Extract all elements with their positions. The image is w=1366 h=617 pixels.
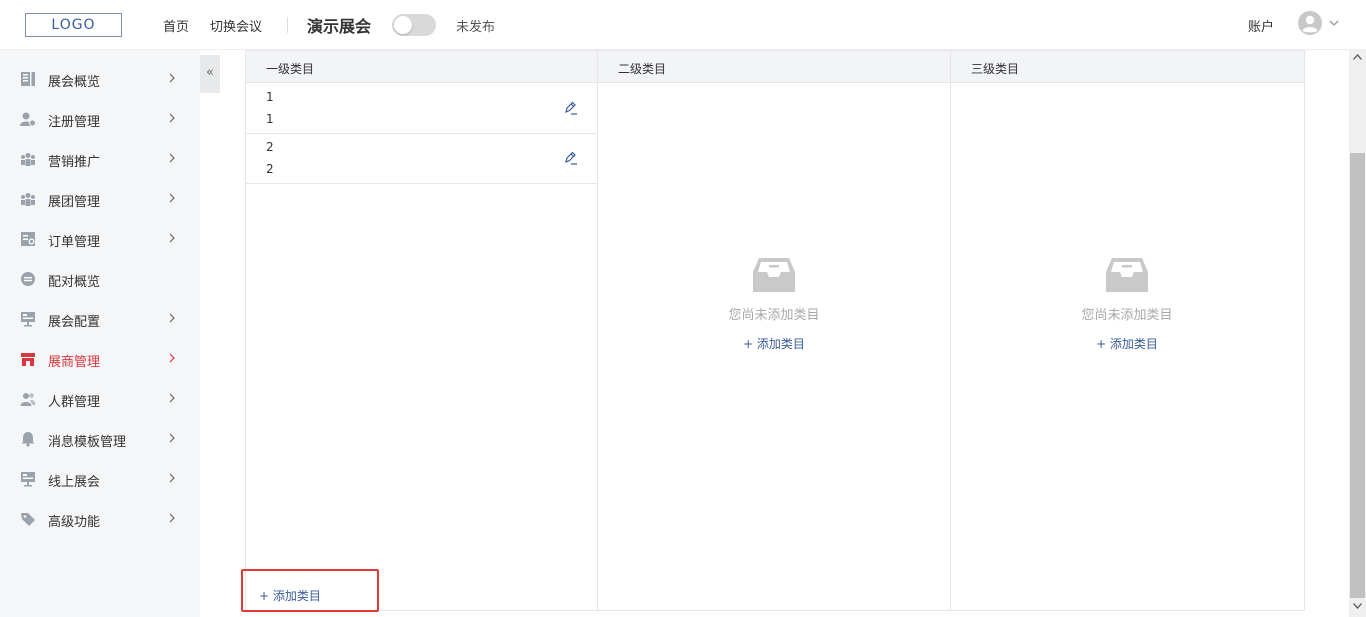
- toggle-knob: [394, 16, 412, 34]
- page-scrollbar[interactable]: [1349, 50, 1366, 617]
- chevron-right-icon: [169, 233, 175, 243]
- column-title: 三级类目: [971, 62, 1020, 76]
- sidebar-item-label: 展会配置: [48, 315, 101, 330]
- edit-icon[interactable]: [562, 100, 578, 116]
- column-header: 三级类目: [951, 51, 1304, 83]
- sidebar-item-label: 营销推广: [48, 155, 101, 170]
- nav-switch-meeting-link[interactable]: 切换会议: [210, 16, 262, 35]
- sidebar-item-label: 订单管理: [48, 235, 101, 250]
- empty-state: 您尚未添加类目 + 添加类目: [674, 256, 874, 352]
- column-header: 二级类目: [598, 51, 950, 83]
- document-list-icon: [21, 72, 35, 86]
- sidebar-item-orders[interactable]: 订单管理: [0, 219, 200, 259]
- sidebar-item-label: 线上展会: [48, 475, 101, 490]
- board-icon: [21, 312, 35, 327]
- chevron-down-icon[interactable]: [1328, 17, 1340, 29]
- sidebar-item-label: 消息模板管理: [48, 435, 127, 450]
- empty-inbox-icon: [1106, 258, 1148, 292]
- sidebar-item-group-management[interactable]: 展团管理: [0, 179, 200, 219]
- avatar-icon[interactable]: [1298, 11, 1322, 35]
- match-circle-icon: [21, 272, 35, 286]
- user-add-icon: [20, 112, 36, 127]
- column-header: 一级类目: [246, 51, 597, 83]
- publish-toggle[interactable]: [392, 14, 436, 36]
- scroll-up-icon[interactable]: [1353, 54, 1362, 60]
- sidebar-item-label: 配对概览: [48, 275, 101, 290]
- expo-name: 演示展会: [307, 17, 372, 36]
- sidebar-item-label: 注册管理: [48, 115, 101, 130]
- category-panel: 一级类目 1 1 2 2 二级类目 您尚未添加类目 + 添加类目 三级类目 您尚…: [245, 50, 1305, 611]
- category-subname: 2: [266, 162, 274, 176]
- level3-column: 三级类目 您尚未添加类目 + 添加类目: [951, 51, 1304, 610]
- board-icon: [21, 472, 35, 487]
- empty-state: 您尚未添加类目 + 添加类目: [1027, 256, 1227, 352]
- chevron-right-icon: [169, 113, 175, 123]
- logo: LOGO: [25, 13, 122, 37]
- empty-inbox-icon: [753, 258, 795, 292]
- nav-divider: [287, 17, 288, 33]
- add-category-button[interactable]: + 添加类目: [1096, 335, 1158, 352]
- empty-text: 您尚未添加类目: [1081, 308, 1173, 323]
- nav-home-link[interactable]: 首页: [163, 16, 189, 35]
- top-header: LOGO 首页 切换会议 演示展会 未发布 账户: [0, 0, 1366, 50]
- scroll-down-icon[interactable]: [1353, 603, 1362, 609]
- sidebar-item-label: 展会概览: [48, 75, 101, 90]
- chevron-right-icon: [169, 353, 175, 363]
- sidebar-item-registration[interactable]: 注册管理: [0, 99, 200, 139]
- sidebar-item-online-expo[interactable]: 线上展会: [0, 459, 200, 499]
- sidebar-item-audience-management[interactable]: 人群管理: [0, 379, 200, 419]
- chevron-right-icon: [169, 473, 175, 483]
- sidebar-item-label: 高级功能: [48, 515, 101, 530]
- level1-column: 一级类目 1 1 2 2: [246, 51, 598, 610]
- empty-text: 您尚未添加类目: [728, 308, 820, 323]
- sidebar-item-matching-overview[interactable]: 配对概览: [0, 259, 200, 299]
- chevron-right-icon: [169, 193, 175, 203]
- people-icon: [20, 393, 36, 406]
- sidebar-item-label: 展商管理: [48, 355, 101, 370]
- sidebar-item-advanced-features[interactable]: 高级功能: [0, 499, 200, 539]
- sidebar-item-marketing[interactable]: 营销推广: [0, 139, 200, 179]
- sidebar-collapse-button[interactable]: «: [200, 55, 220, 93]
- level2-column: 二级类目 您尚未添加类目 + 添加类目: [598, 51, 951, 610]
- category-name: 2: [266, 140, 274, 154]
- sidebar-item-expo-overview[interactable]: 展会概览: [0, 59, 200, 99]
- sidebar: 展会概览 注册管理 营销推广 展团管理 订单管理 配对概览 展会配置 展商管理 …: [0, 50, 200, 617]
- column-title: 一级类目: [266, 62, 315, 76]
- sidebar-item-exhibitor-management[interactable]: 展商管理: [0, 339, 200, 379]
- category-name: 1: [266, 90, 274, 104]
- order-icon: [21, 232, 35, 246]
- sidebar-item-message-templates[interactable]: 消息模板管理: [0, 419, 200, 459]
- chevron-right-icon: [169, 393, 175, 403]
- account-link[interactable]: 账户: [1248, 16, 1274, 35]
- chevron-right-icon: [169, 313, 175, 323]
- tag-icon: [21, 513, 35, 526]
- edit-icon[interactable]: [562, 150, 578, 166]
- add-category-button[interactable]: + 添加类目: [743, 335, 805, 352]
- chevron-right-icon: [169, 73, 175, 83]
- category-row[interactable]: 1 1: [246, 84, 597, 134]
- add-level1-category-button[interactable]: + 添加类目: [259, 587, 321, 604]
- add-level1-category-highlight: + 添加类目: [241, 569, 379, 612]
- sidebar-item-label: 展团管理: [48, 195, 101, 210]
- sidebar-item-label: 人群管理: [48, 395, 101, 410]
- category-row[interactable]: 2 2: [246, 134, 597, 184]
- bell-icon: [21, 432, 35, 447]
- store-icon: [21, 353, 35, 366]
- publish-status: 未发布: [456, 20, 496, 35]
- group-icon: [21, 153, 35, 166]
- chevron-right-icon: [169, 513, 175, 523]
- scrollbar-thumb[interactable]: [1350, 153, 1365, 598]
- category-subname: 1: [266, 112, 274, 126]
- sidebar-item-expo-config[interactable]: 展会配置: [0, 299, 200, 339]
- column-title: 二级类目: [618, 62, 667, 76]
- chevron-right-icon: [169, 153, 175, 163]
- chevron-right-icon: [169, 433, 175, 443]
- group-icon: [21, 193, 35, 206]
